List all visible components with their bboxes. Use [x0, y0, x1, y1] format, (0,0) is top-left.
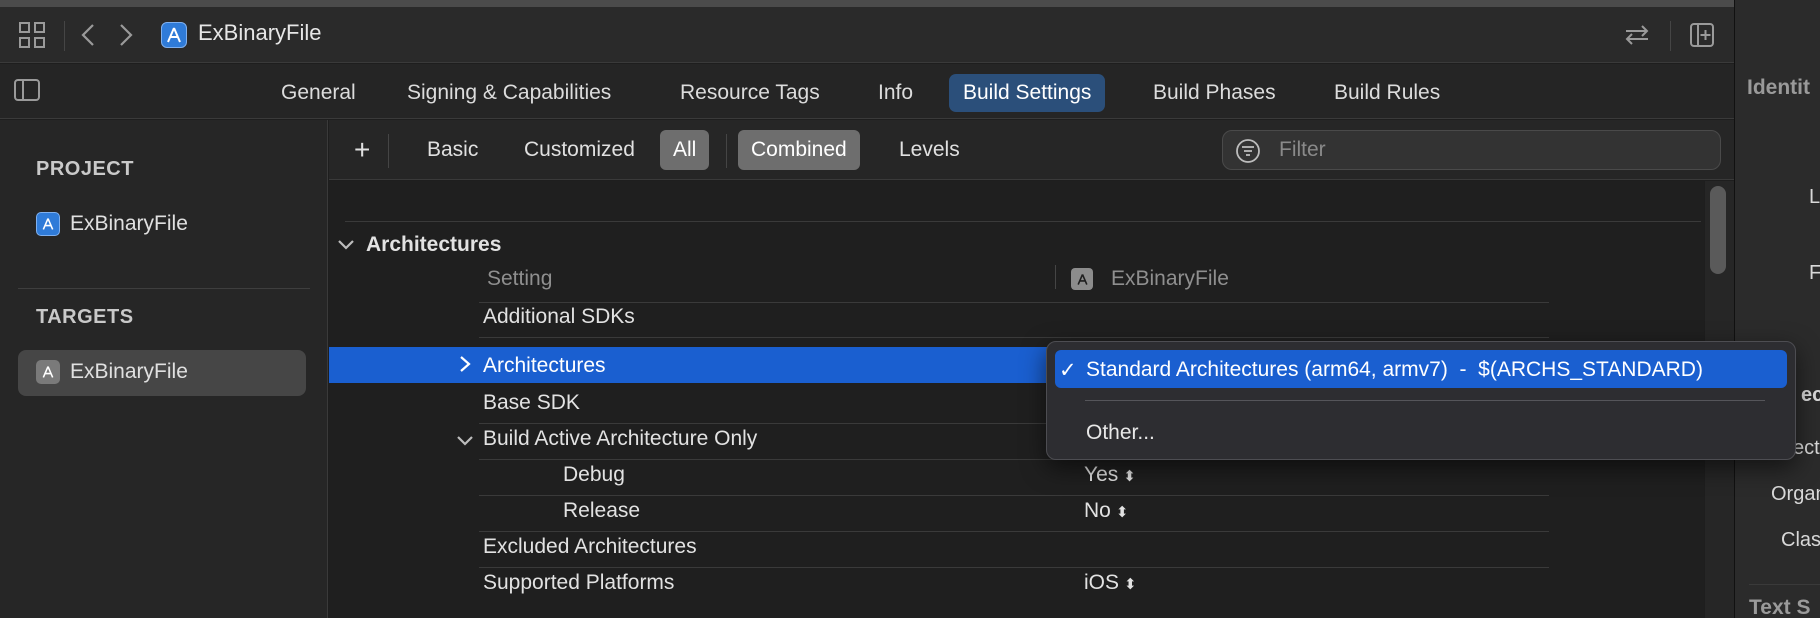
scrollbar-thumb[interactable] [1710, 186, 1726, 274]
combined-button[interactable]: Combined [738, 130, 860, 170]
filter-icon [1235, 138, 1261, 169]
grid-icon[interactable] [16, 19, 48, 51]
sidebar-divider [18, 288, 310, 289]
all-button[interactable]: All [660, 130, 710, 170]
inspector-label-ect: ect [1793, 437, 1820, 459]
checkmark-icon: ✓ [1059, 359, 1077, 382]
column-header-setting: Setting [487, 267, 553, 290]
setting-value-debug[interactable]: Yes ⬍ [1084, 463, 1136, 487]
inspector-title: Identit [1747, 76, 1810, 99]
forward-chevron-icon[interactable] [114, 19, 138, 51]
inspector-label-l: L [1809, 186, 1820, 208]
filter-input[interactable] [1279, 131, 1699, 169]
inspector-label-f: F [1809, 262, 1820, 284]
tab-general[interactable]: General [267, 74, 370, 112]
sidebar-item-target[interactable]: ExBinaryFile [36, 360, 188, 384]
sidebar-item-label: ExBinaryFile [70, 360, 188, 383]
sidebar-toggle-icon[interactable] [12, 75, 42, 105]
setting-row-supported-platforms[interactable]: Supported Platforms [483, 571, 674, 595]
toolbar-divider [1670, 21, 1671, 51]
inspector-panel: Identit L F ec ect Organ Clas Text S [1734, 0, 1820, 618]
architectures-popup-menu: ✓ Standard Architectures (arm64, armv7) … [1046, 341, 1796, 460]
value-label: No [1084, 499, 1111, 522]
row-divider [479, 495, 1549, 496]
setting-row-debug[interactable]: Debug [563, 463, 625, 487]
setting-value-platforms[interactable]: iOS ⬍ [1084, 571, 1137, 595]
add-setting-button[interactable]: + [341, 130, 383, 170]
inspector-label-organ: Organ [1771, 483, 1820, 505]
section-title: Architectures [366, 233, 502, 256]
stepper-icon: ⬍ [1124, 576, 1137, 593]
tab-info[interactable]: Info [864, 74, 927, 112]
tab-signing-capabilities[interactable]: Signing & Capabilities [393, 74, 625, 112]
row-divider [479, 531, 1549, 532]
value-label: iOS [1084, 571, 1120, 594]
target-column-icon [1071, 268, 1093, 290]
toolbar: ExBinaryFile [0, 7, 1734, 63]
row-expand-chevron-icon[interactable] [459, 355, 471, 378]
settings-filter-bar: + Basic Customized All Combined Levels [329, 120, 1734, 180]
row-divider [479, 567, 1549, 568]
setting-value-release[interactable]: No ⬍ [1084, 499, 1128, 523]
sidebar-item-project[interactable]: ExBinaryFile [36, 212, 188, 236]
setting-row-excluded-arch[interactable]: Excluded Architectures [483, 535, 697, 559]
inspector-label-clas: Clas [1781, 529, 1820, 551]
menu-item-standard-label: Standard Architectures (arm64, armv7) - … [1086, 358, 1703, 381]
filter-field[interactable] [1222, 130, 1721, 170]
back-chevron-icon[interactable] [76, 19, 100, 51]
setting-row-base-sdk[interactable]: Base SDK [483, 391, 580, 415]
section-divider [345, 221, 1701, 222]
tab-resource-tags[interactable]: Resource Tags [666, 74, 834, 112]
tab-build-settings[interactable]: Build Settings [949, 74, 1106, 112]
add-editor-icon[interactable] [1686, 19, 1718, 51]
basic-button[interactable]: Basic [414, 130, 491, 170]
project-header: PROJECT [36, 158, 134, 180]
project-sidebar: PROJECT ExBinaryFile TARGETS ExBinaryFil… [0, 120, 328, 618]
project-icon [36, 212, 60, 236]
customized-button[interactable]: Customized [511, 130, 648, 170]
column-header-target: ExBinaryFile [1111, 267, 1229, 290]
filter-divider [388, 134, 389, 168]
value-label: Yes [1084, 463, 1119, 486]
levels-button[interactable]: Levels [886, 130, 973, 170]
editor-tab-bar: General Signing & Capabilities Resource … [0, 64, 1734, 119]
sidebar-item-label: ExBinaryFile [70, 212, 188, 235]
column-divider [1055, 265, 1056, 289]
section-chevron-icon[interactable] [337, 238, 355, 257]
swap-arrows-icon[interactable] [1620, 19, 1654, 51]
filter-divider [726, 134, 727, 168]
row-divider [479, 337, 1549, 338]
xcode-window: ExBinaryFile General Signing & Capabilit… [0, 0, 1820, 618]
toolbar-divider [64, 21, 65, 51]
stepper-icon: ⬍ [1123, 468, 1136, 485]
menu-item-other[interactable]: Other... [1086, 421, 1155, 445]
target-icon [36, 360, 60, 384]
setting-row-additional-sdks[interactable]: Additional SDKs [483, 305, 635, 329]
stepper-icon: ⬍ [1115, 504, 1129, 521]
inspector-label-ec: ec [1801, 384, 1820, 406]
setting-row-release[interactable]: Release [563, 499, 640, 523]
tab-build-phases[interactable]: Build Phases [1139, 74, 1290, 112]
inspector-label-text-s: Text S [1749, 596, 1811, 618]
row-collapse-chevron-icon[interactable] [456, 434, 474, 453]
app-icon [161, 22, 187, 48]
setting-row-build-active-arch[interactable]: Build Active Architecture Only [483, 427, 757, 451]
title-strip [0, 0, 1734, 7]
header-divider [479, 302, 1549, 303]
inspector-divider [1749, 584, 1820, 585]
setting-row-architectures[interactable]: Architectures [483, 354, 606, 378]
menu-separator [1085, 400, 1765, 401]
targets-header: TARGETS [36, 306, 134, 328]
file-name[interactable]: ExBinaryFile [198, 20, 321, 46]
tab-build-rules[interactable]: Build Rules [1320, 74, 1454, 112]
